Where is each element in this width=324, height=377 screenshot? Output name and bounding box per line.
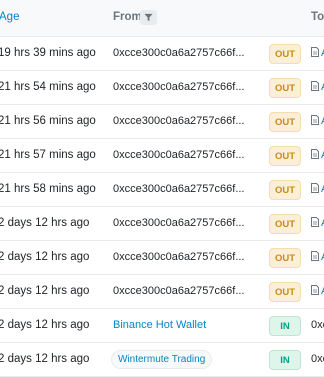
age-cell: 19 hrs 39 mins ago [0, 47, 96, 59]
from-address-link[interactable]: 0xcce300c0a6a2757c66f... [113, 115, 245, 127]
age-cell: 2 days 12 hrs ago [0, 251, 90, 263]
direction-badge: IN [269, 316, 301, 336]
from-address-link[interactable]: 0xcce300c0a6a2757c66f... [113, 47, 245, 59]
contract-document-icon [311, 149, 319, 162]
contract-document-icon [311, 285, 319, 298]
contract-document-icon [311, 115, 319, 128]
to-cell: A [311, 285, 324, 298]
contract-document-icon [311, 81, 319, 94]
contract-document-icon [311, 217, 319, 230]
age-cell: 21 hrs 54 mins ago [0, 81, 96, 93]
from-address-link[interactable]: 0xcce300c0a6a2757c66f... [113, 217, 245, 229]
to-cell: A [311, 81, 324, 94]
age-cell: 2 days 12 hrs ago [0, 319, 90, 331]
direction-badge: OUT [269, 282, 301, 302]
table-row: 2 days 12 hrs ago Binance Hot Wallet IN 0xc [0, 309, 324, 343]
from-address-link[interactable]: 0xcce300c0a6a2757c66f... [113, 183, 245, 195]
to-cell: A [311, 149, 324, 162]
direction-badge: OUT [269, 214, 301, 234]
table-row: 21 hrs 56 mins ago 0xcce300c0a6a2757c66f.… [0, 105, 324, 139]
direction-badge: OUT [269, 44, 301, 64]
table-row: 19 hrs 39 mins ago 0xcce300c0a6a2757c66f.… [0, 37, 324, 71]
direction-badge: OUT [269, 78, 301, 98]
age-cell: 2 days 12 hrs ago [0, 353, 90, 365]
to-cell: A [311, 217, 324, 230]
to-cell: 0xc [311, 353, 324, 365]
to-column-header: To [311, 11, 324, 23]
to-cell: A [311, 115, 324, 128]
age-cell: 21 hrs 58 mins ago [0, 183, 96, 195]
direction-badge: OUT [269, 146, 301, 166]
table-row: 21 hrs 54 mins ago 0xcce300c0a6a2757c66f.… [0, 71, 324, 105]
contract-document-icon [311, 47, 319, 60]
table-row: 21 hrs 58 mins ago 0xcce300c0a6a2757c66f.… [0, 173, 324, 207]
to-address-link[interactable]: 0xc [311, 353, 324, 365]
from-address-link[interactable]: Binance Hot Wallet [113, 319, 206, 331]
direction-badge: OUT [269, 180, 301, 200]
filter-icon[interactable] [140, 10, 157, 25]
direction-badge: IN [269, 350, 301, 370]
contract-document-icon [311, 183, 319, 196]
from-address-link[interactable]: 0xcce300c0a6a2757c66f... [113, 285, 245, 297]
from-address-link[interactable]: 0xcce300c0a6a2757c66f... [113, 81, 245, 93]
age-cell: 21 hrs 57 mins ago [0, 149, 96, 161]
age-column-header[interactable]: Age [0, 11, 19, 23]
from-address-link[interactable]: Wintermute Trading [111, 350, 213, 369]
table-row: 2 days 12 hrs ago 0xcce300c0a6a2757c66f..… [0, 275, 324, 309]
from-address-link[interactable]: 0xcce300c0a6a2757c66f... [113, 149, 245, 161]
to-cell: A [311, 183, 324, 196]
table-header: Age From To [0, 0, 324, 37]
age-cell: 21 hrs 56 mins ago [0, 115, 96, 127]
to-address-link[interactable]: 0xc [311, 319, 324, 331]
to-cell: A [311, 251, 324, 264]
direction-badge: OUT [269, 112, 301, 132]
age-cell: 2 days 12 hrs ago [0, 217, 90, 229]
contract-document-icon [311, 251, 319, 264]
table-row: 2 days 12 hrs ago 0xcce300c0a6a2757c66f..… [0, 241, 324, 275]
table-row: 21 hrs 57 mins ago 0xcce300c0a6a2757c66f.… [0, 139, 324, 173]
to-cell: 0xc [311, 319, 324, 331]
to-cell: A [311, 47, 324, 60]
age-cell: 2 days 12 hrs ago [0, 285, 90, 297]
direction-badge: OUT [269, 248, 301, 268]
table-row: 2 days 12 hrs ago Wintermute Trading IN 0xc [0, 343, 324, 377]
from-column-header: From [113, 11, 142, 23]
table-row: 2 days 12 hrs ago 0xcce300c0a6a2757c66f..… [0, 207, 324, 241]
from-address-link[interactable]: 0xcce300c0a6a2757c66f... [113, 251, 245, 263]
